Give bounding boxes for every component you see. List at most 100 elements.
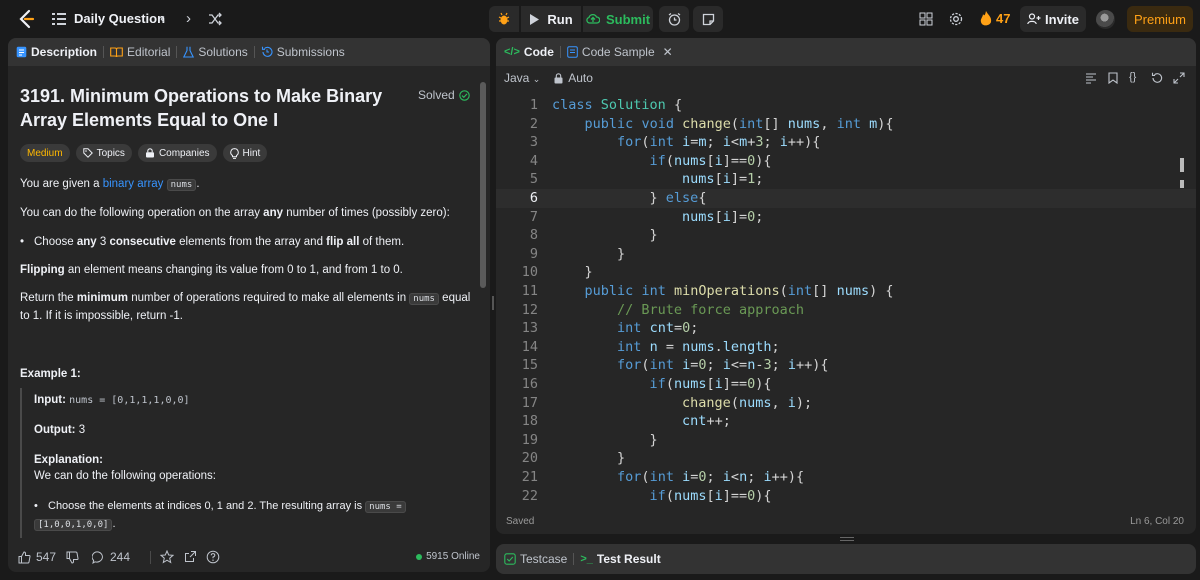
code-text[interactable]: nums[i]=1; xyxy=(552,170,763,189)
code-line[interactable]: 13 int cnt=0; xyxy=(496,319,1196,338)
bookmark-icon[interactable] xyxy=(1108,72,1118,84)
code-line[interactable]: 16 if(nums[i]==0){ xyxy=(496,375,1196,394)
language-select[interactable]: Java ⌄ xyxy=(504,71,540,85)
streak-count[interactable]: 47 xyxy=(996,11,1010,26)
run-button[interactable]: Run xyxy=(521,6,581,32)
tab-solutions[interactable]: Solutions xyxy=(183,38,248,66)
code-line[interactable]: 10 } xyxy=(496,263,1196,282)
tab-code-sample[interactable]: Code Sample ✕ xyxy=(567,38,673,66)
avatar[interactable] xyxy=(1096,10,1115,29)
code-text[interactable]: for(int i=0; i<n; i++){ xyxy=(552,468,804,487)
code-text[interactable]: if(nums[i]==0){ xyxy=(552,487,772,506)
code-line[interactable]: 12 // Brute force approach xyxy=(496,301,1196,320)
debug-button[interactable] xyxy=(489,6,519,32)
share-icon[interactable] xyxy=(184,550,197,563)
format-code-icon[interactable] xyxy=(1085,72,1097,84)
code-line[interactable]: 15 for(int i=0; i<=n-3; i++){ xyxy=(496,356,1196,375)
help-icon[interactable] xyxy=(206,550,220,564)
code-text[interactable]: int n = nums.length; xyxy=(552,338,780,357)
code-line[interactable]: 22 if(nums[i]==0){ xyxy=(496,487,1196,506)
resize-handle[interactable] xyxy=(840,537,854,541)
code-line[interactable]: 17 change(nums, i); xyxy=(496,394,1196,413)
code-text[interactable]: } xyxy=(552,449,625,468)
description-panel: Description Editorial Solutions Submissi… xyxy=(8,38,490,572)
shuffle-icon[interactable] xyxy=(208,12,222,26)
editor-scroll-marker[interactable] xyxy=(1180,158,1184,172)
layout-grid-icon[interactable] xyxy=(919,12,933,26)
code-line[interactable]: 19 } xyxy=(496,431,1196,450)
code-text[interactable]: cnt++; xyxy=(552,412,731,431)
code-line[interactable]: 6 } else{ xyxy=(496,189,1196,208)
code-line[interactable]: 21 for(int i=0; i<n; i++){ xyxy=(496,468,1196,487)
autosave-mode[interactable]: Auto xyxy=(554,71,593,85)
settings-gear-icon[interactable] xyxy=(948,11,964,27)
timer-button[interactable] xyxy=(659,6,689,32)
expand-icon[interactable] xyxy=(1173,72,1185,84)
code-text[interactable]: } xyxy=(552,245,625,264)
line-number: 7 xyxy=(529,208,538,225)
code-editor[interactable]: 1 class Solution {2 public void change(in… xyxy=(496,96,1196,508)
submit-button[interactable]: Submit xyxy=(583,6,653,32)
code-text[interactable]: } xyxy=(552,431,658,450)
notes-button[interactable] xyxy=(693,6,723,32)
line-number: 22 xyxy=(521,487,538,504)
code-line[interactable]: 8 } xyxy=(496,226,1196,245)
code-line[interactable]: 9 } xyxy=(496,245,1196,264)
tab-editorial-label: Editorial xyxy=(127,45,171,59)
tab-testcase[interactable]: Testcase xyxy=(504,545,567,573)
code-text[interactable]: } xyxy=(552,226,658,245)
like-count: 547 xyxy=(36,550,57,564)
code-text[interactable]: } else{ xyxy=(552,189,707,208)
code-line[interactable]: 14 int n = nums.length; xyxy=(496,338,1196,357)
tab-editorial[interactable]: Editorial xyxy=(110,38,170,66)
code-text[interactable]: int cnt=0; xyxy=(552,319,698,338)
code-text[interactable]: // Brute force approach xyxy=(552,301,804,320)
vertical-resize-handle[interactable] xyxy=(492,296,494,310)
binary-array-link[interactable]: binary array xyxy=(103,178,164,190)
like-button[interactable]: 547 xyxy=(18,550,56,564)
code-text[interactable]: if(nums[i]==0){ xyxy=(552,375,772,394)
problem-list-icon[interactable] xyxy=(52,12,66,26)
thumbs-down-icon[interactable] xyxy=(66,551,79,564)
next-problem-icon[interactable]: › xyxy=(186,10,191,27)
tab-submissions[interactable]: Submissions xyxy=(261,38,345,66)
code-text[interactable]: public void change(int[] nums, int m){ xyxy=(552,115,894,134)
code-text[interactable]: for(int i=m; i<m+3; i++){ xyxy=(552,133,820,152)
tab-test-result-label: Test Result xyxy=(596,552,661,566)
comments-button[interactable]: 244 xyxy=(92,550,130,564)
prev-problem-icon[interactable]: ‹ xyxy=(160,10,165,27)
star-icon[interactable] xyxy=(160,550,174,564)
description-scrollbar[interactable] xyxy=(480,82,486,288)
tab-test-result[interactable]: >_ Test Result xyxy=(580,545,660,573)
code-line[interactable]: 18 cnt++; xyxy=(496,412,1196,431)
code-line[interactable]: 20 } xyxy=(496,449,1196,468)
invite-button[interactable]: Invite xyxy=(1020,6,1086,32)
code-text[interactable]: nums[i]=0; xyxy=(552,208,763,227)
companies-chip[interactable]: Companies xyxy=(137,144,217,162)
leetcode-logo-icon[interactable] xyxy=(16,9,36,29)
premium-button[interactable]: Premium xyxy=(1127,6,1193,32)
code-text[interactable]: public int minOperations(int[] nums) { xyxy=(552,282,894,301)
tab-description[interactable]: Description xyxy=(16,38,97,66)
code-line[interactable]: 1 class Solution { xyxy=(496,96,1196,115)
code-text[interactable]: change(nums, i); xyxy=(552,394,812,413)
code-line[interactable]: 2 public void change(int[] nums, int m){ xyxy=(496,115,1196,134)
code-line[interactable]: 7 nums[i]=0; xyxy=(496,208,1196,227)
code-text[interactable]: class Solution { xyxy=(552,96,682,115)
code-text[interactable]: for(int i=0; i<=n-3; i++){ xyxy=(552,356,829,375)
code-line[interactable]: 4 if(nums[i]==0){ xyxy=(496,152,1196,171)
close-tab-icon[interactable]: ✕ xyxy=(663,45,673,59)
daily-question-link[interactable]: Daily Question xyxy=(74,11,165,26)
braces-icon[interactable]: {} xyxy=(1129,71,1136,83)
reset-icon[interactable] xyxy=(1151,72,1163,84)
topics-chip[interactable]: Topics xyxy=(75,144,132,162)
code-text[interactable]: } xyxy=(552,263,593,282)
problem-title[interactable]: 3191. Minimum Operations to Make Binary … xyxy=(20,84,410,132)
hint-chip[interactable]: Hint xyxy=(222,144,268,162)
code-line[interactable]: 11 public int minOperations(int[] nums) … xyxy=(496,282,1196,301)
code-line[interactable]: 5 nums[i]=1; xyxy=(496,170,1196,189)
tab-code[interactable]: </> Code xyxy=(504,38,554,66)
code-text[interactable]: if(nums[i]==0){ xyxy=(552,152,772,171)
fire-streak-icon[interactable] xyxy=(980,11,992,27)
code-line[interactable]: 3 for(int i=m; i<m+3; i++){ xyxy=(496,133,1196,152)
